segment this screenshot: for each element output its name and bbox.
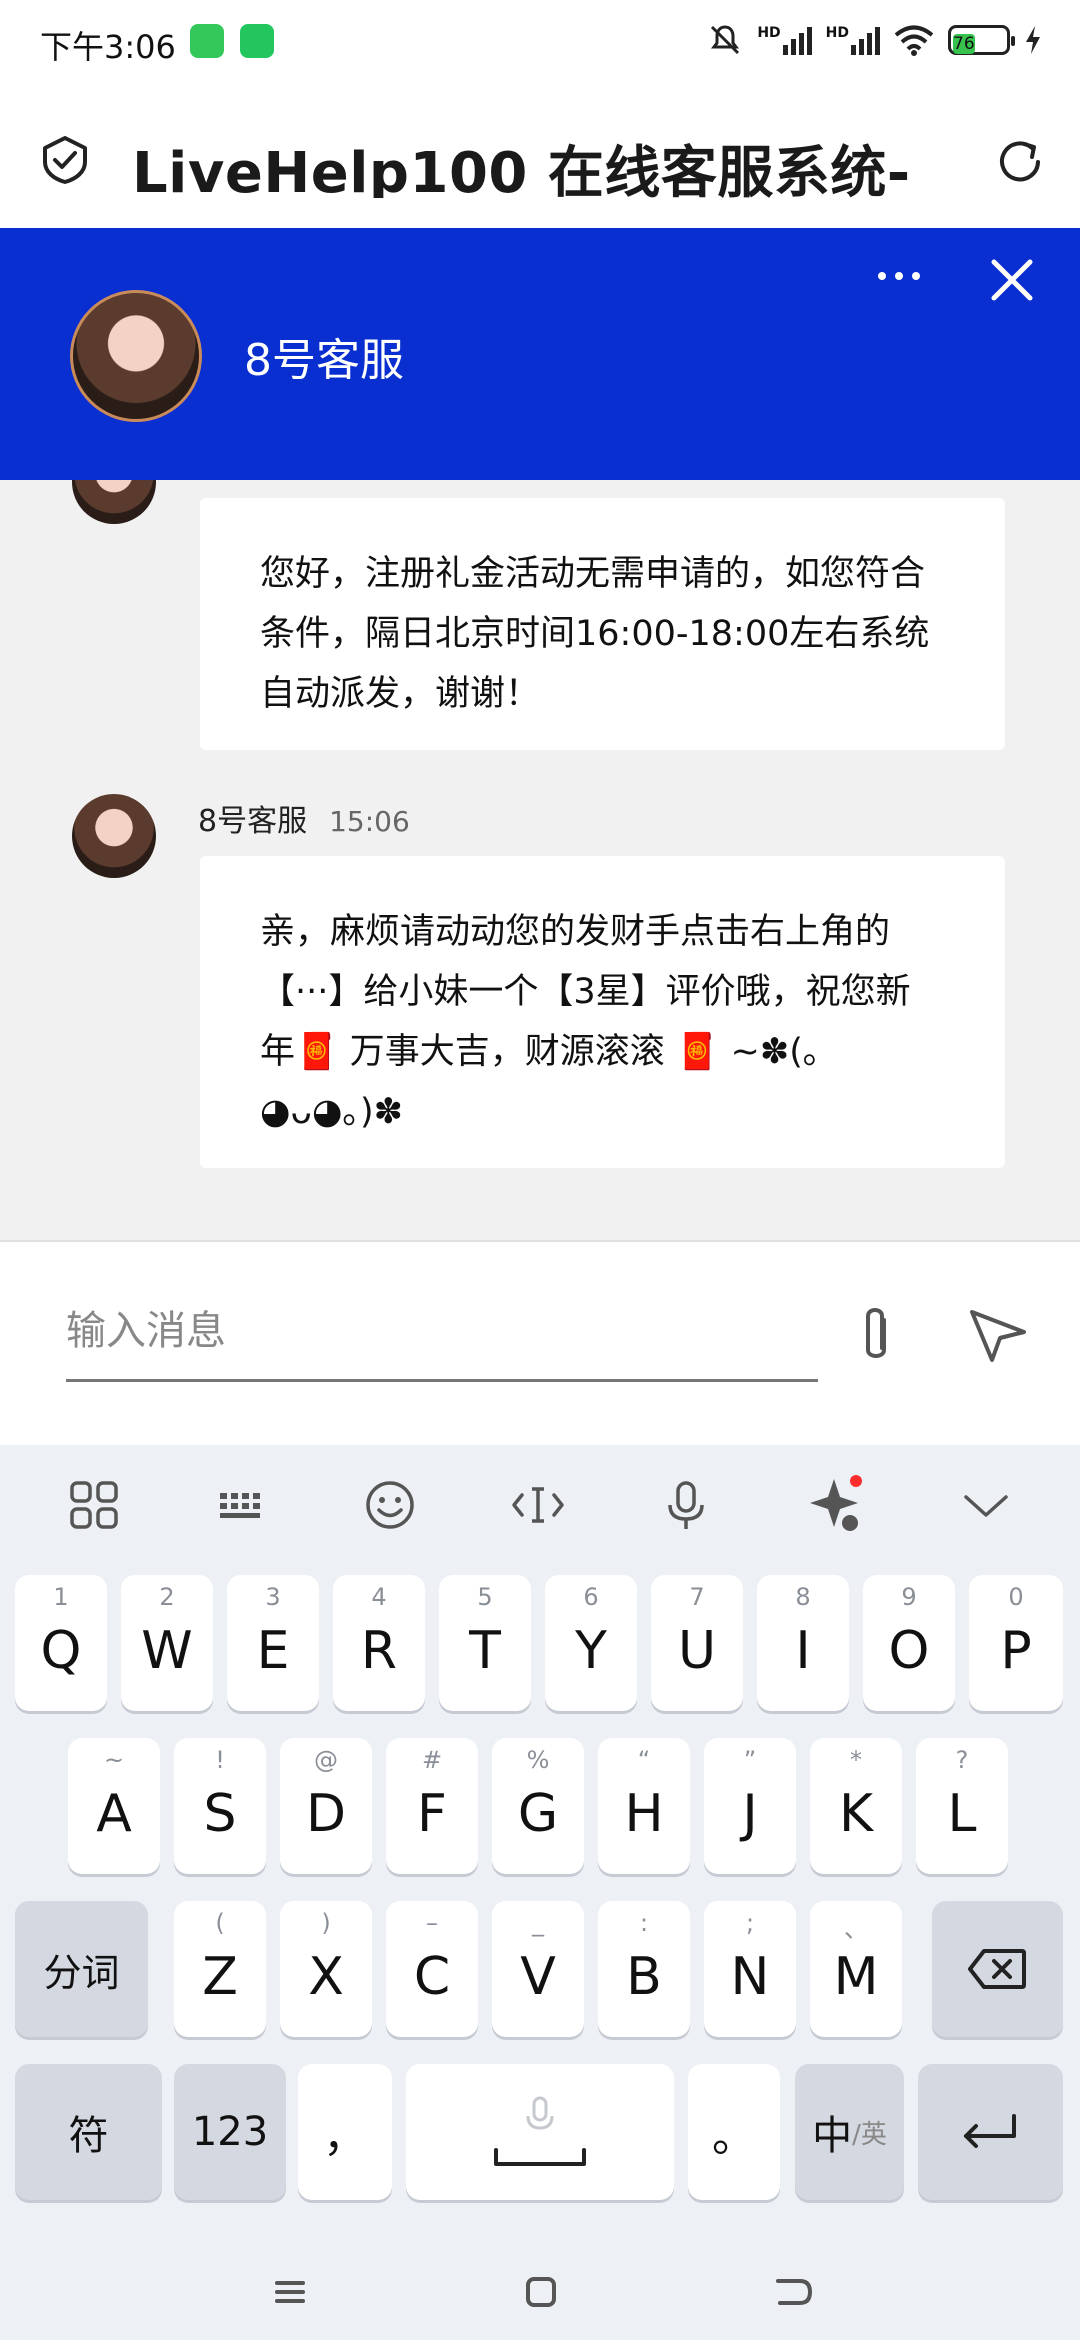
message-input[interactable] [66,1282,818,1382]
chat-header: 8号客服 [0,228,1080,480]
key-j[interactable]: ” J [704,1738,796,1874]
message-list[interactable]: 您好，注册礼金活动无需申请的，如您符合条件，隔日北京时间16:00-18:00左… [0,480,1080,1240]
key-m[interactable]: 、 M [810,1901,902,2037]
ai-sparkle-icon[interactable] [804,1475,864,1535]
hd-label-2: HD [825,25,849,41]
home-icon[interactable] [516,2267,566,2317]
key-q[interactable]: 1Q [15,1575,107,1711]
hd-label: HD [757,25,781,41]
fenci-button[interactable]: 分词 [15,1901,148,2037]
status-icons: HD HD 76 [707,22,1042,58]
message-meta: 8号客服 15:06 [198,796,410,840]
space-mic-icon [526,2096,554,2130]
space-bar-icon [494,2148,586,2166]
lang-main: 中 [812,2113,853,2159]
mute-bell-icon [711,25,740,55]
send-icon[interactable] [968,1308,1028,1364]
browser-bar: LiveHelp100 在线客服系统- [0,92,1080,228]
page-title: LiveHelp100 在线客服系统- [132,141,911,198]
key-w[interactable]: 2W [121,1575,213,1711]
key-z[interactable]: (Z [174,1901,266,2037]
key-g[interactable]: % G [492,1738,584,1874]
key-r[interactable]: 4R [333,1575,425,1711]
agent-name: 8号客服 [244,335,404,386]
key-h[interactable]: “H [598,1738,690,1874]
cursor-icon[interactable] [508,1475,568,1535]
key-b[interactable]: :B [598,1901,690,2037]
signal-icon-2 [851,25,880,55]
enter-icon [964,2114,1016,2148]
keyboard: 1Q 2W 3E 4R 5T 6Y 7U 8I 9O 0P ~ A ! S @ D #… [0,1445,1080,2245]
message-time: 15:06 [329,805,410,838]
system-nav-bar [0,2245,1080,2340]
period-key[interactable]: 。 [688,2064,780,2200]
apps-grid-icon[interactable] [64,1475,124,1535]
key-f[interactable]: # F [386,1738,478,1874]
key-v[interactable]: _ V [492,1901,584,2037]
key-c[interactable]: – C [386,1901,478,2037]
status-time: 下午3:06 [40,28,176,66]
symbols-button[interactable]: 符 [15,2064,162,2200]
wifi-icon [894,25,934,56]
message-avatar [72,794,156,878]
key-i[interactable]: 8I [757,1575,849,1711]
collapse-keyboard-icon[interactable] [956,1475,1016,1535]
key-o[interactable]: 9O [863,1575,955,1711]
numbers-button[interactable]: 123 [174,2064,286,2200]
comma-key[interactable]: ， [298,2064,392,2200]
space-key[interactable] [406,2064,674,2200]
message-bubble: 您好，注册礼金活动无需申请的，如您符合条件，隔日北京时间16:00-18:00左… [200,498,1005,750]
microphone-icon[interactable] [656,1475,716,1535]
key-x[interactable]: ) X [280,1901,372,2037]
key-k[interactable]: * K [810,1738,902,1874]
attachment-icon[interactable] [850,1302,902,1370]
charging-icon [1026,26,1040,54]
key-a[interactable]: ~ A [68,1738,160,1874]
backspace-button[interactable] [932,1901,1063,2037]
key-d[interactable]: @ D [280,1738,372,1874]
key-l[interactable]: ? L [916,1738,1008,1874]
back-icon[interactable] [768,2267,818,2317]
key-n[interactable]: ; N [704,1901,796,2037]
close-icon[interactable] [984,252,1040,308]
agent-avatar [70,290,202,422]
android-app-icon [190,24,224,58]
key-s[interactable]: ! S [174,1738,266,1874]
input-area [0,1240,1080,1445]
language-switch-button[interactable]: 中/英 [795,2064,904,2200]
key-y[interactable]: 6Y [545,1575,637,1711]
emoji-icon[interactable] [360,1475,420,1535]
shield-check-icon[interactable] [42,136,88,184]
menu-icon[interactable] [265,2267,315,2317]
battery-level: 76 [953,34,975,54]
battery-icon: 76 [948,25,1015,55]
key-p[interactable]: 0P [969,1575,1063,1711]
key-u[interactable]: 7U [651,1575,743,1711]
reload-icon[interactable] [994,136,1046,188]
keyboard-toolbar [0,1445,1080,1565]
status-bar: 下午3:06 HD HD 76 [0,0,1080,92]
key-e[interactable]: 3E [227,1575,319,1711]
keyboard-layout-icon[interactable] [212,1475,272,1535]
message-bubble: 亲，麻烦请动动您的发财手点击右上角的【···】给小妹一个【3星】评价哦，祝您新年… [200,856,1005,1168]
message-sender: 8号客服 [198,804,308,839]
key-t[interactable]: 5T [439,1575,531,1711]
message-avatar [72,480,156,524]
backspace-icon [968,1949,1026,1989]
more-options-icon[interactable] [878,264,928,288]
chat-app-icon [240,24,274,58]
lang-sub: /英 [852,2119,887,2150]
signal-icon [782,25,812,55]
enter-button[interactable] [918,2064,1063,2200]
